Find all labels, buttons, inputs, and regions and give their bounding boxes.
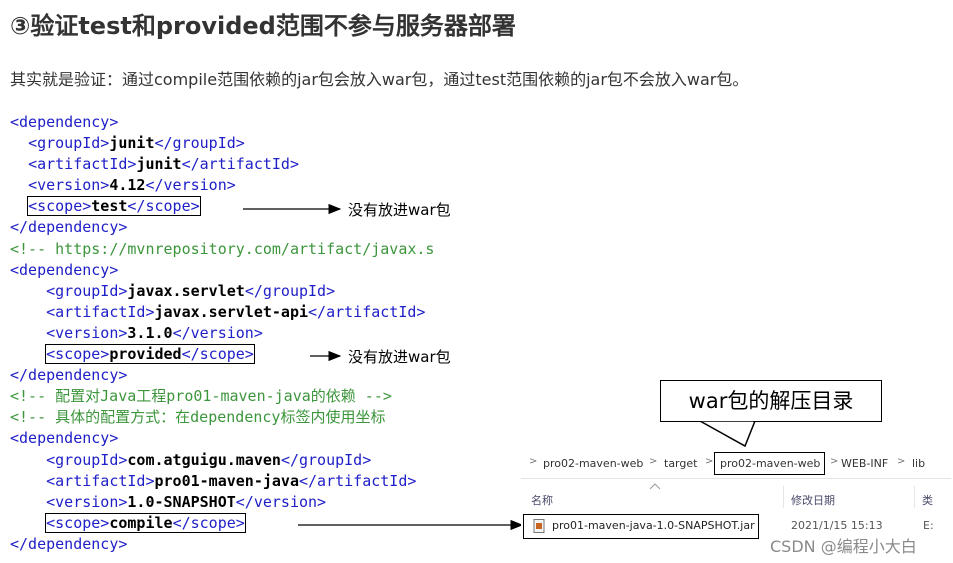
sort-arrow-icon bbox=[649, 483, 661, 490]
chevron-right-icon: > bbox=[529, 456, 538, 467]
test-note: 没有放进war包 bbox=[348, 201, 451, 219]
chevron-right-icon: > bbox=[830, 456, 839, 467]
column-divider bbox=[783, 486, 784, 508]
chevron-right-icon: > bbox=[705, 456, 714, 467]
breadcrumb-highlight-box bbox=[714, 452, 825, 475]
callout-pointer bbox=[699, 420, 756, 448]
callout-box: war包的解压目录 bbox=[660, 380, 882, 422]
column-header-name[interactable]: 名称 bbox=[531, 492, 553, 508]
column-header-date[interactable]: 修改日期 bbox=[791, 492, 835, 508]
breadcrumb-item[interactable]: target bbox=[664, 457, 697, 470]
breadcrumb-item[interactable]: lib bbox=[912, 457, 925, 470]
watermark: CSDN @编程小大白 bbox=[770, 537, 917, 556]
column-header-type[interactable]: 类 bbox=[922, 492, 933, 508]
file-type: E: bbox=[923, 519, 934, 532]
jar-file-icon bbox=[533, 519, 545, 533]
file-date: 2021/1/15 15:13 bbox=[791, 519, 883, 532]
file-name: pro01-maven-java-1.0-SNAPSHOT.jar bbox=[552, 519, 755, 532]
breadcrumb-item[interactable]: pro02-maven-web bbox=[543, 457, 643, 470]
file-explorer: > pro02-maven-web > target > pro02-maven… bbox=[521, 450, 951, 545]
chevron-right-icon: > bbox=[897, 456, 906, 467]
breadcrumb: > pro02-maven-web > target > pro02-maven… bbox=[521, 450, 951, 479]
breadcrumb-item[interactable]: WEB-INF bbox=[841, 457, 888, 470]
provided-note: 没有放进war包 bbox=[348, 348, 451, 366]
chevron-right-icon: > bbox=[649, 456, 658, 467]
column-divider bbox=[914, 486, 915, 508]
